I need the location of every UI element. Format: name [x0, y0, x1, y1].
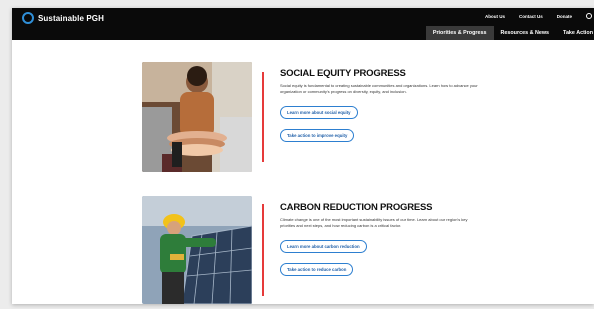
nav-priorities-progress[interactable]: Priorities & Progress — [425, 26, 494, 40]
logo-text: Sustainable PGH — [38, 13, 104, 23]
take-action-equity-button[interactable]: Take action to improve equity — [280, 129, 355, 143]
utility-link-donate[interactable]: Donate — [557, 14, 572, 19]
browser-page: Sustainable PGH About Us Contact Us Dona… — [12, 8, 594, 304]
nav-resources-news[interactable]: Resources & News — [494, 26, 557, 40]
utility-nav: About Us Contact Us Donate — [485, 13, 594, 19]
solar-panel-worker-photo — [142, 196, 252, 304]
logo-circle-icon — [22, 12, 34, 24]
take-action-carbon-button[interactable]: Take action to reduce carbon — [280, 263, 354, 277]
social-equity-section: SOCIAL EQUITY PROGRESS Social equity is … — [142, 62, 492, 172]
section-divider — [262, 204, 264, 296]
utility-link-about[interactable]: About Us — [485, 14, 505, 19]
section-title: SOCIAL EQUITY PROGRESS — [280, 68, 406, 79]
learn-more-carbon-button[interactable]: Learn more about carbon reduction — [280, 240, 367, 254]
learn-more-social-equity-button[interactable]: Learn more about social equity — [280, 106, 358, 120]
search-icon[interactable] — [586, 13, 592, 19]
carbon-reduction-section: CARBON REDUCTION PROGRESS Climate change… — [142, 196, 492, 304]
section-title: CARBON REDUCTION PROGRESS — [280, 202, 433, 213]
carbon-reduction-content: CARBON REDUCTION PROGRESS Climate change… — [280, 202, 480, 281]
stacked-hands-photo — [142, 62, 252, 172]
main-nav: Priorities & Progress Resources & News T… — [425, 26, 594, 40]
utility-link-contact[interactable]: Contact Us — [519, 14, 543, 19]
nav-take-action[interactable]: Take Action — [556, 26, 594, 40]
section-description: Social equity is fundamental to creating… — [280, 83, 478, 95]
social-equity-content: SOCIAL EQUITY PROGRESS Social equity is … — [280, 68, 480, 147]
section-divider — [262, 72, 264, 162]
site-logo[interactable]: Sustainable PGH — [22, 12, 104, 24]
section-description: Climate change is one of the most import… — [280, 217, 468, 229]
site-header: Sustainable PGH About Us Contact Us Dona… — [12, 8, 594, 40]
